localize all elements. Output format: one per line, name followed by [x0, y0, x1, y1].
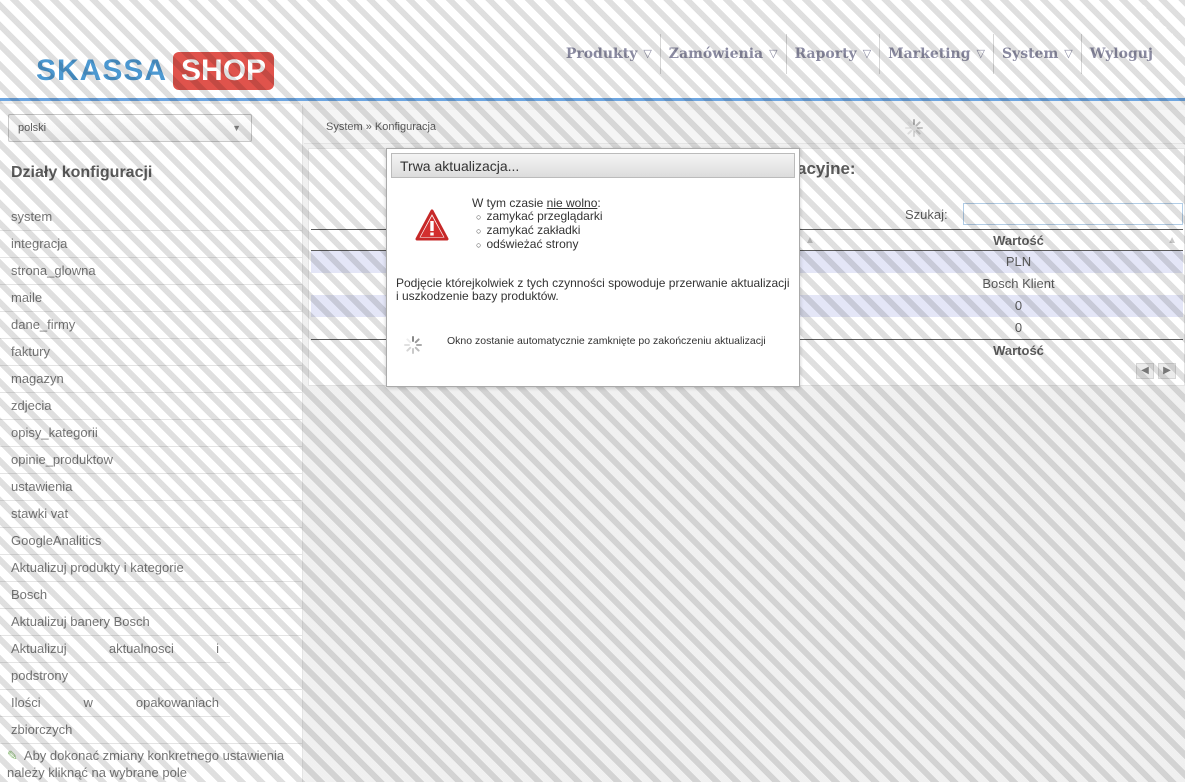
sidebar-item-word: Ilości: [11, 695, 41, 710]
warning-intro-emphasis: nie wolno: [546, 196, 598, 210]
table-cell-value: 0: [1014, 298, 1023, 313]
dropdown-caret-icon: ▽: [769, 47, 778, 60]
nav-label: Marketing: [888, 46, 971, 62]
logo-text-skassa: SKASSA: [36, 54, 168, 87]
pagination: ◀ ▶: [1136, 363, 1176, 379]
update-progress-dialog: Trwa aktualizacja... W tym czasie nie wo…: [386, 148, 800, 387]
sidebar-title: Działy konfiguracji: [11, 164, 153, 181]
prohibited-action: zamykać zakładki: [476, 224, 602, 238]
warning-intro-suffix: :: [597, 196, 601, 210]
sidebar-item[interactable]: podstrony: [0, 663, 303, 690]
logo-text-shop: SHOP: [173, 52, 275, 90]
sort-icon[interactable]: ▲: [1167, 235, 1177, 246]
prohibited-actions-list: zamykać przeglądarki zamykać zakładki od…: [476, 210, 602, 252]
sidebar-item[interactable]: zbiorczych: [0, 717, 303, 744]
dropdown-caret-icon: ▽: [862, 47, 872, 60]
sidebar-item[interactable]: Aktualizuj produkty i kategorie: [0, 555, 303, 582]
sidebar-item[interactable]: ustawienia: [0, 474, 303, 501]
sidebar-item[interactable]: Aktualizuj banery Bosch: [0, 609, 303, 636]
main-nav: Produkty ▽ Zamówienia ▽ Raporty ▽ Marketing ▽ Sy…: [558, 34, 1161, 74]
dropdown-caret-icon: ▽: [643, 47, 652, 60]
sidebar-item-word: podstrony: [11, 668, 69, 683]
sort-icon[interactable]: ▲: [805, 235, 815, 246]
next-page-button[interactable]: ▶: [1158, 363, 1176, 379]
language-select[interactable]: polski ▼: [8, 114, 252, 142]
sidebar-item[interactable]: opisy_kategorii: [0, 420, 303, 447]
nav-marketing[interactable]: Marketing ▽: [880, 34, 994, 74]
nav-wyloguj[interactable]: Wyloguj: [1082, 34, 1161, 74]
sidebar-item[interactable]: Bosch: [0, 582, 303, 609]
sidebar-item[interactable]: dane_firmy: [0, 312, 303, 339]
sidebar-item[interactable]: faktury: [0, 339, 303, 366]
nav-produkty[interactable]: Produkty ▽: [558, 34, 661, 74]
sidebar-item-word: zbiorczych: [11, 722, 73, 737]
sidebar-item[interactable]: stawki vat: [0, 501, 303, 528]
sidebar-item-word: Aktualizuj: [11, 641, 67, 656]
dialog-footer-text: Okno zostanie automatycznie zamknięte po…: [447, 335, 766, 347]
nav-label: Wyloguj: [1089, 46, 1153, 62]
sidebar-item-word: aktualnosci: [108, 641, 174, 656]
sidebar-hint: ✎ Aby dokonać zmiany konkretnego ustawien…: [7, 747, 302, 781]
prohibited-action: zamykać przeglądarki: [476, 210, 602, 224]
warning-icon: [415, 209, 449, 241]
config-sidebar: polski ▼ Działy konfiguracji system integ…: [0, 104, 303, 782]
sidebar-item[interactable]: integracja: [0, 231, 303, 258]
breadcrumb: System » Konfiguracja: [304, 110, 1185, 144]
table-cell-value: 0: [1014, 320, 1023, 335]
sidebar-item[interactable]: strona_glowna: [0, 258, 303, 285]
shop-logo[interactable]: SKASSA SHOP: [36, 52, 275, 90]
prohibited-action: odświeżać strony: [476, 238, 602, 252]
warning-text: W tym czasie nie wolno: zamykać przegląd…: [472, 197, 602, 252]
nav-label: Produkty: [565, 46, 638, 62]
sidebar-item[interactable]: Ilości w opakowaniach: [0, 690, 230, 717]
breadcrumb-text: System » Konfiguracja: [326, 121, 437, 133]
column-footer-value: Wartość: [993, 343, 1044, 358]
sidebar-item[interactable]: maile: [0, 285, 303, 312]
chevron-down-icon: ▼: [232, 123, 241, 133]
top-header: SKASSA SHOP Produkty ▽ Zamówienia ▽ Raporty ▽…: [0, 0, 1185, 101]
search-input[interactable]: [963, 203, 1183, 225]
sidebar-item[interactable]: magazyn: [0, 366, 303, 393]
nav-label: Raporty: [794, 46, 857, 62]
loading-spinner-icon: [404, 336, 422, 354]
table-cell-value: PLN: [1005, 254, 1032, 269]
column-header-value[interactable]: Wartość: [856, 233, 1181, 248]
sidebar-hint-text: Aby dokonać zmiany konkretnego ustawieni…: [7, 748, 285, 780]
nav-raporty[interactable]: Raporty ▽: [787, 34, 881, 74]
language-select-value: polski: [18, 122, 47, 134]
dropdown-caret-icon: ▽: [1064, 47, 1073, 60]
sidebar-item-word: w: [83, 695, 93, 710]
nav-label: System: [1001, 46, 1059, 62]
sidebar-item[interactable]: opinie_produktow: [0, 447, 303, 474]
prev-page-button[interactable]: ◀: [1136, 363, 1154, 379]
nav-label: Zamówienia: [668, 46, 764, 62]
sidebar-item[interactable]: Aktualizuj aktualnosci i: [0, 636, 230, 663]
loading-spinner-icon: [905, 119, 923, 137]
sidebar-item[interactable]: zdjecia: [0, 393, 303, 420]
pencil-icon: ✎: [7, 748, 18, 763]
dropdown-caret-icon: ▽: [976, 47, 985, 60]
sidebar-item-word: i: [216, 641, 219, 656]
dialog-body-text: Podjęcie którejkolwiek z tych czynności …: [396, 276, 790, 303]
warning-intro-prefix: W tym czasie: [472, 196, 547, 210]
sidebar-item-word: opakowaniach: [135, 695, 219, 710]
sidebar-item[interactable]: GoogleAnalitics: [0, 528, 303, 555]
nav-zamówienia[interactable]: Zamówienia ▽: [661, 34, 787, 74]
nav-system[interactable]: System ▽: [994, 34, 1082, 74]
dialog-title: Trwa aktualizacja...: [391, 153, 795, 178]
section-title: acyjne:: [797, 159, 856, 178]
search-label: Szukaj:: [905, 207, 948, 222]
config-section-list: system integracja strona_glowna maile dane_f…: [0, 204, 303, 744]
table-cell-value: Bosch Klient: [982, 276, 1055, 291]
sidebar-item[interactable]: system: [0, 204, 303, 231]
